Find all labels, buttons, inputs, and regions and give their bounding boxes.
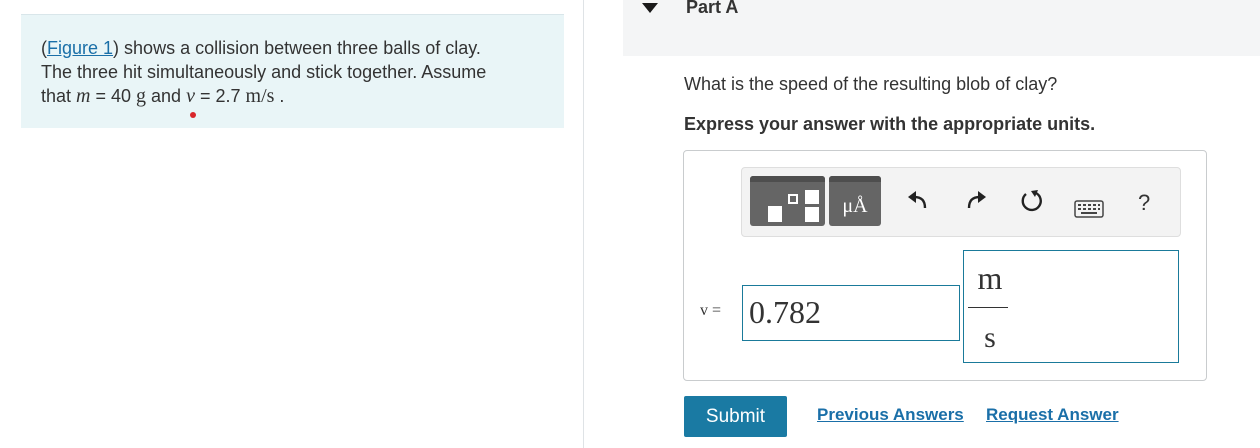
help-icon[interactable]: ? [1138,190,1150,216]
problem-text: (Figure 1) shows a collision between thr… [41,36,551,108]
question-text: What is the speed of the resulting blob … [684,74,1058,94]
problem-line3-prefix: that [41,86,77,106]
period: . [274,86,285,106]
marker-dot [190,112,196,118]
mass-value: = 40 [90,86,137,106]
panel-divider [583,0,584,448]
mass-unit: g [136,85,147,107]
mass-variable: m [76,85,91,107]
collapse-arrow-icon[interactable] [642,3,658,13]
units-icon[interactable]: μÅ [829,176,881,226]
answer-value-input[interactable]: 0.782 [742,285,960,341]
unit-numerator[interactable]: m [975,258,1005,298]
speed-unit: m/s [245,85,275,107]
problem-line2: The three hit simultaneously and stick t… [41,62,487,82]
previous-answers-link[interactable]: Previous Answers [817,405,964,425]
redo-icon[interactable] [963,188,989,214]
answer-variable-label: v = [700,302,722,319]
speed-value: = 2.7 [194,86,246,106]
reset-icon[interactable] [1018,188,1044,214]
request-answer-link[interactable]: Request Answer [986,405,1119,425]
instruction-text: Express your answer with the appropriate… [684,114,1096,134]
templates-icon[interactable] [750,176,825,226]
problem-statement: (Figure 1) shows a collision between thr… [21,14,564,128]
speed-variable: v [186,85,195,107]
submit-button[interactable]: Submit [684,396,787,437]
unit-denominator[interactable]: s [975,320,1005,356]
part-title[interactable]: Part A [686,0,738,18]
and-text: and [146,86,187,106]
undo-icon[interactable] [905,188,931,214]
keyboard-icon[interactable] [1074,200,1104,218]
figure-link[interactable]: Figure 1 [47,38,113,58]
fraction-bar [968,307,1008,308]
problem-line1: ) shows a collision between three balls … [113,38,481,58]
